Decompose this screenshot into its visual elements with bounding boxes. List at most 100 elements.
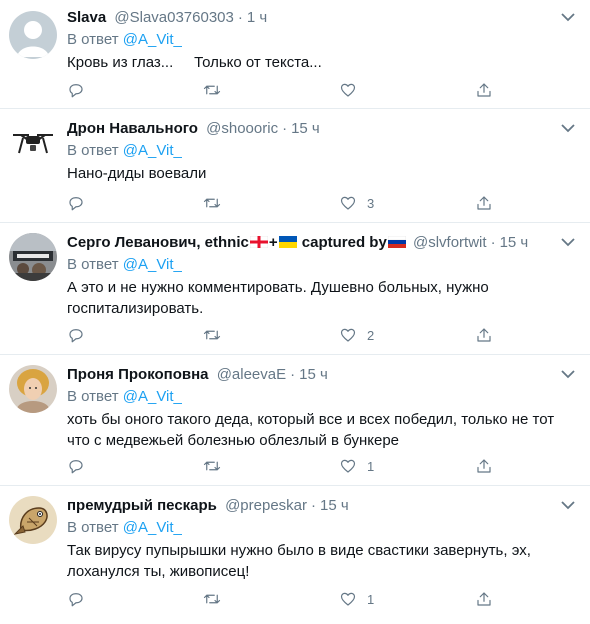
chevron-down-icon[interactable] [560,369,576,379]
tweet[interactable]: премудрый пескарь @prepeskar · 15 ч В отве… [0,486,590,624]
share-button[interactable] [475,589,493,609]
timestamp[interactable]: 15 ч [500,234,529,251]
share-icon [477,196,491,210]
reply-icon [69,197,83,211]
separator-dot: · [237,9,243,26]
share-button[interactable] [475,193,493,213]
author-handle[interactable]: @shoooric [206,120,278,137]
retweet-button[interactable] [203,193,231,213]
russia-flag-icon [387,236,406,248]
retweet-button[interactable] [203,325,231,345]
tweet[interactable]: Серго Леванович, ethnic + captured by @sl… [0,223,590,355]
like-button[interactable]: 2 [339,325,374,345]
ukraine-flag-icon [278,236,297,248]
author-name-part: Серго Леванович, ethnic [67,234,249,251]
timestamp[interactable]: 1 ч [247,9,267,26]
separator-dot: · [282,120,288,137]
chevron-down-icon[interactable] [560,500,576,510]
tweet-actions: 1 [67,456,507,476]
like-count: 1 [367,458,375,474]
tweet-text: Нано-диды воевали [67,165,207,182]
reply-context: В ответ @A_Vit_ [67,30,580,50]
tweet[interactable]: Проня Прокоповна @aleevaE · 15 ч В ответ @… [0,355,590,486]
retweet-button[interactable] [203,456,231,476]
heart-icon [340,592,356,606]
author-handle[interactable]: @aleevaE [217,366,286,383]
reply-prefix: В ответ [67,388,119,405]
tweet-text: А это и не нужно комментировать. Душевно… [67,279,489,317]
like-button[interactable]: 1 [339,456,374,476]
author-handle[interactable]: @Slava03760303 [114,9,234,26]
timestamp[interactable]: 15 ч [299,366,328,383]
author-name[interactable]: Slava [67,9,106,26]
reply-button[interactable] [67,589,95,609]
reply-prefix: В ответ [67,256,119,273]
like-count: 1 [367,591,375,607]
share-button[interactable] [475,456,493,476]
heart-icon [340,196,356,210]
heart-icon [340,328,356,342]
reply-mention[interactable]: @A_Vit_ [123,388,182,405]
reply-button[interactable] [67,193,95,213]
tweet-text: Так вирусу пупырышки нужно было в виде с… [67,542,531,580]
reply-mention[interactable]: @A_Vit_ [123,142,182,159]
separator-dot: · [311,497,317,514]
heart-icon [340,459,356,473]
retweet-icon [203,85,221,95]
reply-button[interactable] [67,456,95,476]
tweet-actions: 1 [67,589,507,609]
reply-button[interactable] [67,80,95,100]
author-name[interactable]: Серго Леванович, ethnic + captured by [67,234,407,251]
reply-context: В ответ @A_Vit_ [67,141,580,161]
like-button[interactable]: 3 [339,193,374,213]
like-count: 3 [367,195,375,211]
tweet-text: хоть бы оного такого деда, который все и… [67,411,555,449]
reply-mention[interactable]: @A_Vit_ [123,31,182,48]
chevron-down-icon[interactable] [560,12,576,22]
tweet[interactable]: Дрон Навального @shoooric · 15 ч В ответ @… [0,109,590,223]
like-count: 2 [367,327,375,343]
reply-mention[interactable]: @A_Vit_ [123,519,182,536]
tweet-actions [67,80,507,100]
reply-prefix: В ответ [67,142,119,159]
author-avatar[interactable] [9,233,57,281]
tweet-actions: 2 [67,325,507,345]
reply-button[interactable] [67,325,95,345]
like-button[interactable]: 1 [339,589,374,609]
like-button[interactable] [339,80,367,100]
author-avatar[interactable] [9,365,57,413]
georgia-flag-icon [249,236,268,248]
reply-context: В ответ @A_Vit_ [67,255,580,275]
author-handle[interactable]: @slvfortwit [413,234,487,251]
author-name-part: captured by [301,234,387,251]
reply-icon [69,593,83,607]
reply-context: В ответ @A_Vit_ [67,518,580,538]
author-handle[interactable]: @prepeskar [225,497,307,514]
tweet-text: Кровь из глаз... Только от текста... [67,54,322,71]
tweet[interactable]: Slava @Slava03760303 · 1 ч В ответ @A_Vit_… [0,0,590,109]
retweet-button[interactable] [203,80,231,100]
share-icon [477,592,491,606]
retweet-icon [203,461,221,471]
share-button[interactable] [475,80,493,100]
timestamp[interactable]: 15 ч [291,120,320,137]
author-name[interactable]: премудрый пескарь [67,497,217,514]
chevron-down-icon[interactable] [560,123,576,133]
chevron-down-icon[interactable] [560,237,576,247]
drone-avatar-icon[interactable] [9,119,57,167]
timestamp[interactable]: 15 ч [320,497,349,514]
reply-prefix: В ответ [67,31,119,48]
reply-icon [69,460,83,474]
retweet-icon [203,198,221,208]
author-name[interactable]: Проня Прокоповна [67,366,209,383]
reply-prefix: В ответ [67,519,119,536]
share-button[interactable] [475,325,493,345]
tweet-actions: 3 [67,193,507,213]
fish-avatar-icon[interactable] [9,496,57,544]
retweet-button[interactable] [203,589,231,609]
separator-dot: · [290,366,296,383]
reply-mention[interactable]: @A_Vit_ [123,256,182,273]
heart-icon [340,83,356,97]
author-name[interactable]: Дрон Навального [67,120,198,137]
default-avatar-icon[interactable] [9,11,57,59]
